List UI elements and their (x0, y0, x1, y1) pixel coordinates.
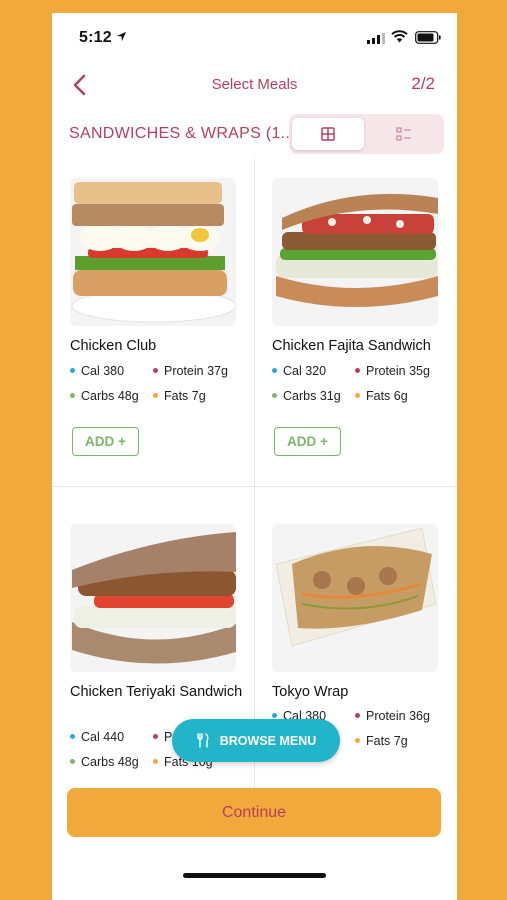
page-title: Select Meals (211, 76, 298, 93)
continue-button[interactable]: Continue (67, 788, 441, 837)
fats-dot-icon (153, 759, 158, 765)
home-indicator (183, 873, 326, 878)
meal-card-chicken-club[interactable]: Chicken Club Cal 380 Protein 37g Carbs 4… (70, 178, 260, 478)
fats-dot-icon (355, 393, 360, 399)
meal-grid: Chicken Club Cal 380 Protein 37g Carbs 4… (52, 159, 457, 789)
calories-stat: Cal 440 (70, 730, 124, 744)
protein-dot-icon (153, 368, 158, 374)
carbs-dot-icon (272, 393, 277, 399)
wifi-icon (391, 30, 408, 43)
browse-menu-label: BROWSE MENU (219, 733, 317, 748)
protein-dot-icon (355, 713, 360, 719)
calories-stat: Cal 320 (272, 364, 326, 378)
meal-image (272, 178, 438, 326)
protein-dot-icon (153, 734, 158, 740)
phone-screen: 5:12 Select Meals 2/2 SANDWICHES & WRAPS… (52, 13, 457, 900)
meal-name: Chicken Club (70, 338, 157, 354)
fork-knife-icon (197, 733, 209, 748)
carbs-dot-icon (70, 759, 75, 765)
carbs-stat: Carbs 31g (272, 389, 341, 403)
browse-menu-button[interactable]: BROWSE MENU (172, 719, 340, 762)
battery-icon (415, 31, 441, 44)
meal-name: Chicken Teriyaki Sandwich (70, 684, 243, 700)
protein-dot-icon (355, 368, 360, 374)
add-button[interactable]: ADD + (72, 427, 139, 456)
meal-name: Tokyo Wrap (272, 684, 349, 700)
fats-dot-icon (355, 738, 360, 744)
navigation-bar: Select Meals 2/2 (52, 63, 457, 107)
protein-stat: Protein 35g (355, 364, 430, 378)
category-header: SANDWICHES & WRAPS (1... (52, 113, 457, 155)
page-indicator: 2/2 (411, 74, 435, 93)
list-view-icon (396, 127, 411, 141)
carbs-stat: Carbs 48g (70, 755, 139, 769)
cellular-signal-icon (367, 33, 385, 44)
carbs-dot-icon (70, 393, 75, 399)
carbs-stat: Carbs 48g (70, 389, 139, 403)
protein-stat: Protein 36g (355, 709, 430, 723)
meal-image (70, 178, 236, 326)
meal-image (272, 524, 438, 672)
protein-stat: Protein 37g (153, 364, 228, 378)
calories-dot-icon (70, 734, 75, 740)
calories-dot-icon (70, 368, 75, 374)
status-time: 5:12 (79, 29, 112, 46)
grid-view-icon (321, 127, 335, 141)
calories-stat: Cal 380 (70, 364, 124, 378)
fats-dot-icon (153, 393, 158, 399)
status-bar: 5:12 (52, 13, 457, 63)
fats-stat: Fats 6g (355, 389, 408, 403)
grid-divider-horizontal (52, 486, 457, 487)
grid-view-button[interactable] (292, 118, 364, 150)
meal-name: Chicken Fajita Sandwich (272, 338, 431, 354)
category-title: SANDWICHES & WRAPS (1... (69, 125, 295, 142)
meal-image (70, 524, 236, 672)
view-toggle (289, 114, 444, 154)
add-button[interactable]: ADD + (274, 427, 341, 456)
calories-dot-icon (272, 713, 277, 719)
location-arrow-icon (116, 31, 127, 42)
list-view-button[interactable] (368, 118, 440, 150)
meal-card-chicken-fajita-sandwich[interactable]: Chicken Fajita Sandwich Cal 320 Protein … (272, 178, 457, 478)
calories-dot-icon (272, 368, 277, 374)
fats-stat: Fats 7g (355, 734, 408, 748)
fats-stat: Fats 7g (153, 389, 206, 403)
